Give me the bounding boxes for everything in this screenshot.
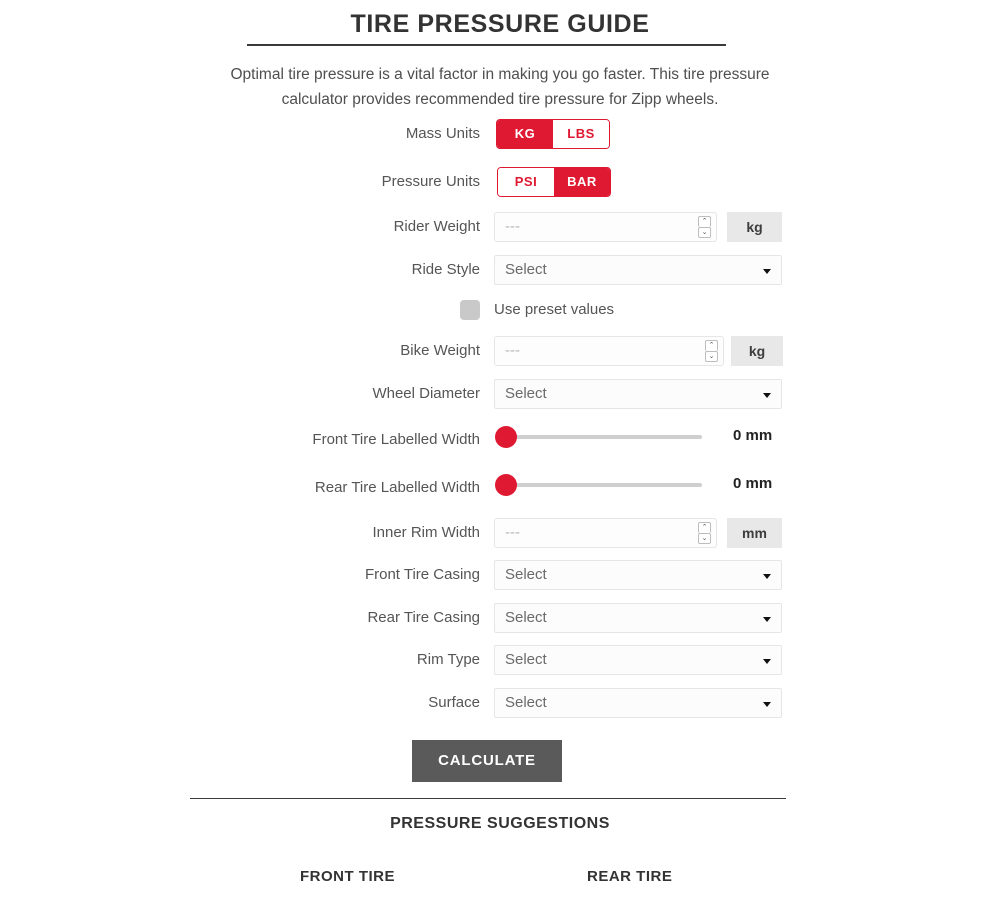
bike-weight-step-up-icon[interactable]: ⌃ <box>705 340 718 351</box>
page-title: TIRE PRESSURE GUIDE <box>350 10 650 38</box>
mass-units-label: Mass Units <box>405 125 480 142</box>
intro-line-2: calculator provides recommended tire pre… <box>281 91 719 108</box>
rider-weight-label: Rider Weight <box>393 218 480 235</box>
rim-type-select[interactable]: Select <box>494 645 782 675</box>
rider-weight-unit: kg <box>727 212 782 242</box>
ride-style-value: Select <box>505 261 547 278</box>
front-tire-heading: FRONT TIRE <box>300 868 395 885</box>
pressure-units-option-psi[interactable]: PSI <box>498 168 554 196</box>
rear-tire-casing-value: Select <box>505 609 547 626</box>
mass-units-option-lbs[interactable]: LBS <box>553 120 609 148</box>
rider-weight-value: --- <box>505 218 520 235</box>
chevron-down-icon <box>763 269 771 274</box>
ride-style-select[interactable]: Select <box>494 255 782 285</box>
bike-weight-step-down-icon[interactable]: ⌄ <box>705 350 718 362</box>
bike-weight-unit: kg <box>731 336 783 366</box>
wheel-diameter-label: Wheel Diameter <box>372 385 480 402</box>
row-inner-rim-width: Inner Rim Width --- ⌃ ⌄ mm <box>0 518 1000 548</box>
rim-type-value: Select <box>505 651 547 668</box>
rider-weight-step-down-icon[interactable]: ⌄ <box>698 226 711 238</box>
surface-select[interactable]: Select <box>494 688 782 718</box>
rider-weight-stepper[interactable]: ⌃ ⌄ <box>698 216 711 238</box>
wheel-diameter-select[interactable]: Select <box>494 379 782 409</box>
chevron-down-icon <box>763 574 771 579</box>
pressure-units-option-bar[interactable]: BAR <box>554 168 610 196</box>
mass-units-toggle[interactable]: KG LBS <box>496 119 610 149</box>
inner-rim-width-step-down-icon[interactable]: ⌄ <box>698 532 711 544</box>
row-surface: Surface Select <box>0 688 1000 718</box>
chevron-down-icon <box>763 702 771 707</box>
row-mass-units: Mass Units KG LBS <box>0 119 1000 149</box>
row-rim-type: Rim Type Select <box>0 645 1000 675</box>
ride-style-label: Ride Style <box>411 261 480 278</box>
front-tire-casing-value: Select <box>505 566 547 583</box>
rear-tire-width-value: 0 mm <box>733 475 773 492</box>
use-preset-label: Use preset values <box>494 301 615 318</box>
bike-weight-input[interactable]: --- ⌃ ⌄ <box>494 336 724 366</box>
inner-rim-width-value: --- <box>505 524 520 541</box>
intro-text: Optimal tire pressure is a vital factor … <box>200 62 800 112</box>
row-pressure-units: Pressure Units PSI BAR <box>0 167 1000 197</box>
rider-weight-input[interactable]: --- ⌃ ⌄ <box>494 212 717 242</box>
rider-weight-step-up-icon[interactable]: ⌃ <box>698 216 711 227</box>
inner-rim-width-input[interactable]: --- ⌃ ⌄ <box>494 518 717 548</box>
results-divider <box>190 798 786 799</box>
front-tire-width-slider-track[interactable] <box>500 435 702 439</box>
pressure-units-label: Pressure Units <box>381 173 480 190</box>
row-rider-weight: Rider Weight --- ⌃ ⌄ kg <box>0 212 1000 242</box>
surface-label: Surface <box>428 694 480 711</box>
intro-line-1: Optimal tire pressure is a vital factor … <box>230 66 770 83</box>
inner-rim-width-label: Inner Rim Width <box>372 524 480 541</box>
rear-tire-width-slider-thumb[interactable] <box>495 474 517 496</box>
calculate-button[interactable]: CALCULATE <box>412 740 562 782</box>
title-divider <box>247 44 726 46</box>
mass-units-option-kg[interactable]: KG <box>497 120 553 148</box>
inner-rim-width-stepper[interactable]: ⌃ ⌄ <box>698 522 711 544</box>
rim-type-label: Rim Type <box>416 651 480 668</box>
front-tire-casing-select[interactable]: Select <box>494 560 782 590</box>
bike-weight-value: --- <box>505 342 520 359</box>
front-tire-casing-label: Front Tire Casing <box>364 566 480 583</box>
surface-value: Select <box>505 694 547 711</box>
row-ride-style: Ride Style Select <box>0 255 1000 285</box>
rear-tire-width-slider-track[interactable] <box>500 483 702 487</box>
row-front-tire-width: Front Tire Labelled Width 0 mm <box>0 425 1000 455</box>
inner-rim-width-unit: mm <box>727 518 782 548</box>
rear-tire-heading: REAR TIRE <box>587 868 673 885</box>
row-use-preset: Use preset values <box>0 300 1000 330</box>
front-tire-width-value: 0 mm <box>733 427 773 444</box>
row-bike-weight: Bike Weight --- ⌃ ⌄ kg <box>0 336 1000 366</box>
rear-tire-width-label: Rear Tire Labelled Width <box>314 479 480 496</box>
chevron-down-icon <box>763 393 771 398</box>
pressure-suggestions-heading: PRESSURE SUGGESTIONS <box>390 815 610 832</box>
rear-tire-casing-select[interactable]: Select <box>494 603 782 633</box>
inner-rim-width-step-up-icon[interactable]: ⌃ <box>698 522 711 533</box>
use-preset-checkbox[interactable] <box>460 300 480 320</box>
rear-tire-casing-label: Rear Tire Casing <box>367 609 480 626</box>
row-wheel-diameter: Wheel Diameter Select <box>0 379 1000 409</box>
row-rear-tire-width: Rear Tire Labelled Width 0 mm <box>0 473 1000 503</box>
tire-pressure-guide-page: TIRE PRESSURE GUIDE Optimal tire pressur… <box>0 0 1000 901</box>
pressure-units-toggle[interactable]: PSI BAR <box>497 167 611 197</box>
wheel-diameter-value: Select <box>505 385 547 402</box>
chevron-down-icon <box>763 659 771 664</box>
front-tire-width-label: Front Tire Labelled Width <box>312 431 480 448</box>
bike-weight-label: Bike Weight <box>400 342 480 359</box>
row-rear-tire-casing: Rear Tire Casing Select <box>0 603 1000 633</box>
chevron-down-icon <box>763 617 771 622</box>
bike-weight-stepper[interactable]: ⌃ ⌄ <box>705 340 718 362</box>
front-tire-width-slider-thumb[interactable] <box>495 426 517 448</box>
row-front-tire-casing: Front Tire Casing Select <box>0 560 1000 590</box>
